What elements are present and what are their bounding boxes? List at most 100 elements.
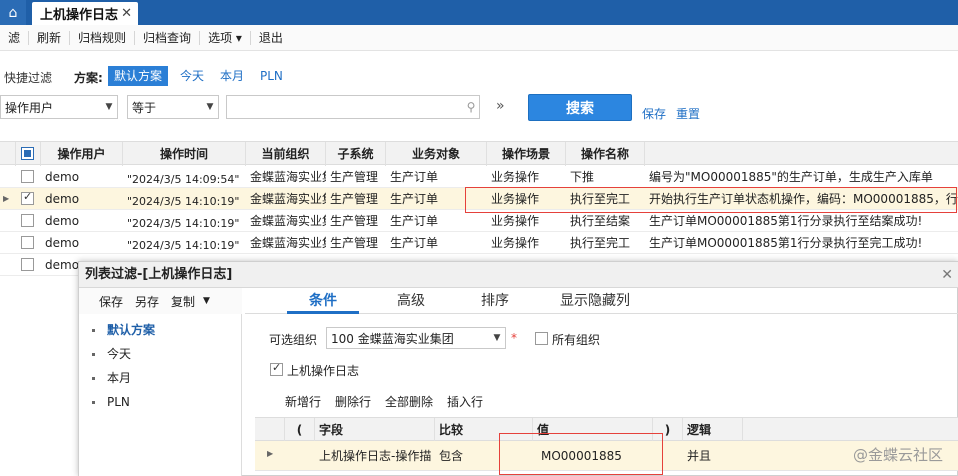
condition-toolbar: 新增行 删除行 全部删除 插入行	[255, 389, 958, 413]
scheme-list-item[interactable]: 默认方案	[79, 318, 242, 342]
cell-time: "2024/3/5 14:10:19"	[127, 217, 240, 230]
reset-link[interactable]: 重置	[676, 105, 700, 122]
tab-bar	[0, 0, 958, 25]
search-button[interactable]: 搜索	[528, 94, 632, 121]
cell-user: demo	[45, 192, 80, 206]
chevron-down-icon: ▼	[105, 102, 113, 112]
row-pointer-icon: ▶	[3, 194, 10, 203]
col-subsystem[interactable]: 子系统	[326, 142, 386, 166]
scheme-today[interactable]: 今天	[174, 66, 210, 86]
cell-subsys: 生产管理	[330, 214, 379, 228]
col-time[interactable]: 操作时间	[123, 142, 246, 166]
scheme-panel: 保存 另存 复制 ▼ 默认方案 今天 本月 PLN	[79, 288, 242, 476]
log-checkbox[interactable]	[270, 361, 283, 376]
all-org-checkbox[interactable]	[535, 332, 548, 345]
cell-desc: 生产订单MO00001885第1行分录执行至结案成功!	[649, 214, 923, 228]
scheme-list-item[interactable]: PLN	[79, 390, 242, 414]
chevron-down-icon: ▼	[493, 333, 501, 343]
tab-operation-log[interactable]: 上机操作日志 ✕	[32, 2, 138, 25]
add-row-button[interactable]: 新增行	[285, 393, 321, 410]
row-checkbox[interactable]	[21, 214, 34, 227]
scheme-month[interactable]: 本月	[214, 66, 250, 86]
cell-time: "2024/3/5 14:10:19"	[127, 239, 240, 252]
col-object[interactable]: 业务对象	[386, 142, 487, 166]
scheme-list: 默认方案 今天 本月 PLN	[79, 318, 242, 414]
close-icon[interactable]: ✕	[121, 6, 132, 21]
highlight-box	[499, 433, 663, 475]
cond-field-cell[interactable]: 上机操作日志-操作描	[315, 445, 435, 467]
org-select-value: 100 金蝶蓝海实业集团	[331, 331, 454, 346]
value-input[interactable]: ⚲	[226, 95, 480, 119]
dialog-title: 列表过滤-[上机操作日志]	[79, 262, 958, 288]
toolbar-options-button[interactable]: 选项 ▾	[200, 30, 251, 45]
org-label: 可选组织	[269, 333, 318, 347]
cell-time: "2024/3/5 14:10:19"	[127, 195, 240, 208]
cell-user: demo	[45, 170, 80, 184]
close-icon[interactable]: ✕	[941, 262, 953, 288]
search-icon: ⚲	[466, 100, 476, 114]
col-user[interactable]: 操作用户	[41, 142, 123, 166]
toolbar-archive-query-button[interactable]: 归档查询	[135, 30, 201, 45]
col-scene[interactable]: 操作场景	[487, 142, 566, 166]
save-scheme-button[interactable]: 保存	[99, 293, 123, 310]
save-link[interactable]: 保存	[642, 105, 666, 122]
toolbar-archive-rule-button[interactable]: 归档规则	[70, 30, 136, 45]
watermark: @金蝶云社区	[852, 446, 943, 464]
delete-row-button[interactable]: 删除行	[335, 393, 371, 410]
cell-org: 金蝶蓝海实业集	[250, 170, 326, 184]
cell-subsys: 生产管理	[330, 170, 379, 184]
chevron-down-icon: ▼	[206, 102, 214, 112]
delete-all-button[interactable]: 全部删除	[385, 393, 433, 410]
col-org[interactable]: 当前组织	[246, 142, 326, 166]
cell-user: demo	[45, 214, 80, 228]
tab-sort[interactable]: 排序	[463, 288, 527, 314]
expand-icon[interactable]: »	[496, 98, 505, 114]
cell-object: 生产订单	[390, 214, 439, 228]
filter-dialog: 列表过滤-[上机操作日志] ✕ 保存 另存 复制 ▼ 默认方案 今天 本月 PL…	[78, 261, 958, 476]
cell-subsys: 生产管理	[330, 192, 379, 206]
scheme-default[interactable]: 默认方案	[108, 66, 169, 86]
tab-advanced[interactable]: 高级	[379, 288, 443, 314]
scheme-pln[interactable]: PLN	[254, 66, 289, 86]
cond-col-spacer	[743, 418, 958, 442]
save-as-button[interactable]: 另存	[135, 293, 159, 310]
select-all-cell	[16, 142, 41, 166]
cell-org: 金蝶蓝海实业集	[250, 214, 326, 228]
operator-select-value: 等于	[132, 100, 157, 115]
copy-button[interactable]: 复制	[171, 293, 195, 310]
table-row[interactable]: demo "2024/3/5 14:09:54" 金蝶蓝海实业集 生产管理 生产订单 业务…	[0, 166, 958, 188]
cell-org: 金蝶蓝海实业集	[250, 236, 326, 250]
select-all-checkbox[interactable]	[21, 147, 34, 160]
operator-select[interactable]: 等于 ▼	[127, 95, 219, 119]
scheme-list-item[interactable]: 今天	[79, 342, 242, 366]
cond-logic-cell[interactable]: 并且	[683, 445, 743, 467]
field-select[interactable]: 操作用户 ▼	[0, 95, 118, 119]
tab-conditions[interactable]: 条件	[287, 288, 359, 314]
table-row[interactable]: demo "2024/3/5 14:10:19" 金蝶蓝海实业集 生产管理 生产订单 业务…	[0, 232, 958, 254]
toolbar-exit-button[interactable]: 退出	[251, 31, 291, 45]
cell-object: 生产订单	[390, 236, 439, 250]
scheme-list-item[interactable]: 本月	[79, 366, 242, 390]
all-org-label: 所有组织	[552, 333, 601, 347]
tab-show-hide-columns[interactable]: 显示隐藏列	[539, 288, 651, 314]
insert-row-button[interactable]: 插入行	[447, 393, 483, 410]
row-checkbox[interactable]	[21, 170, 34, 183]
toolbar-filter-button[interactable]: 滤	[0, 30, 30, 45]
row-indicator-header	[0, 142, 16, 166]
cond-col-logic: 逻辑	[683, 418, 743, 442]
org-select[interactable]: 100 金蝶蓝海实业集团 ▼	[326, 327, 506, 349]
col-opname[interactable]: 操作名称	[566, 142, 645, 166]
scheme-label: 方案:	[74, 71, 103, 85]
toolbar-refresh-button[interactable]: 刷新	[29, 30, 71, 45]
row-checkbox[interactable]	[21, 190, 34, 205]
table-row[interactable]: demo "2024/3/5 14:10:19" 金蝶蓝海实业集 生产管理 生产订单 业务…	[0, 210, 958, 232]
home-icon[interactable]: ⌂	[0, 0, 26, 25]
row-checkbox[interactable]	[21, 236, 34, 249]
chevron-down-icon[interactable]: ▼	[203, 296, 210, 306]
cell-op: 下推	[570, 170, 595, 184]
toolbar: 滤 刷新 归档规则 归档查询 选项 ▾ 退出	[0, 25, 958, 51]
tab-title: 上机操作日志	[40, 8, 119, 23]
cell-scene: 业务操作	[491, 214, 540, 228]
row-pointer-icon: ▶	[267, 449, 274, 458]
row-checkbox[interactable]	[21, 258, 34, 271]
